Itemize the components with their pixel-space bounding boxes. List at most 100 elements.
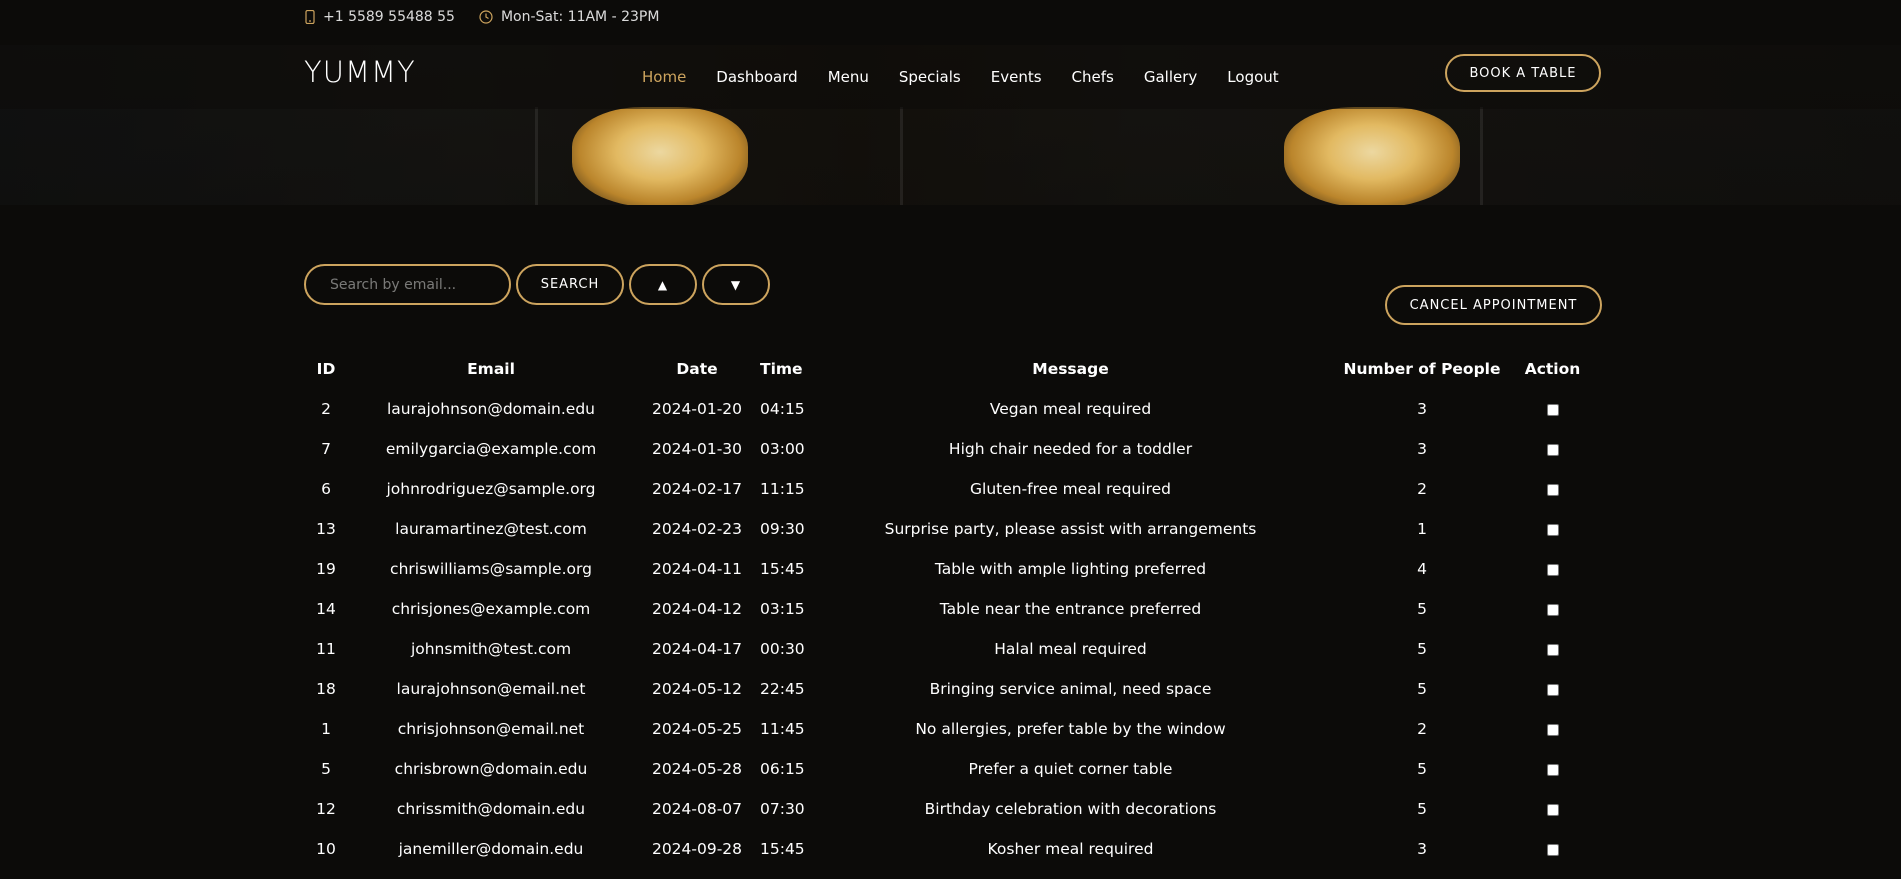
appointments-table: ID Email Date Time Message Number of Peo… [304, 349, 1602, 869]
column-header-time: Time [760, 360, 803, 378]
select-checkbox[interactable] [1546, 643, 1559, 656]
cell-message: Table near the entrance preferred [939, 600, 1202, 618]
cell-action [1503, 469, 1602, 509]
phone-number: +1 5589 55488 55 [323, 8, 455, 25]
cell-date: 2024-01-20 [651, 400, 743, 418]
table-row: 12 chrissmith@domain.edu 2024-08-07 07:30 Bi… [304, 789, 1602, 829]
cell-people: 4 [1417, 560, 1427, 578]
select-checkbox[interactable] [1546, 683, 1559, 696]
hero-decor [535, 107, 538, 205]
opening-hours: Mon-Sat: 11AM - 23PM [500, 8, 660, 25]
cell-date: 2024-08-07 [651, 800, 743, 818]
cell-date: 2024-05-12 [651, 680, 743, 698]
table-row: 7 emilygarcia@example.com 2024-01-30 03:00 H… [304, 429, 1602, 469]
table-row: 11 johnsmith@test.com 2024-04-17 00:30 Halal… [304, 629, 1602, 669]
cell-message: High chair needed for a toddler [948, 440, 1193, 458]
cell-message: Birthday celebration with decorations [924, 800, 1217, 818]
nav-home[interactable]: Home [642, 68, 701, 86]
column-header-action: Action [1524, 360, 1581, 378]
cell-people: 3 [1417, 400, 1427, 418]
site-logo[interactable]: YUMMY [304, 55, 416, 89]
cell-date: 2024-05-25 [651, 720, 743, 738]
cell-id: 11 [316, 640, 336, 658]
nav-menu[interactable]: Menu [813, 68, 884, 86]
cell-id: 13 [316, 520, 336, 538]
table-row: 18 laurajohnson@email.net 2024-05-12 22:45 B… [304, 669, 1602, 709]
cell-time: 15:45 [760, 840, 805, 858]
cell-id: 12 [316, 800, 336, 818]
cell-people: 5 [1417, 680, 1427, 698]
select-checkbox[interactable] [1546, 403, 1559, 416]
table-row: 1 chrisjohnson@email.net 2024-05-25 11:45 No… [304, 709, 1602, 749]
site-header: YUMMY Home Dashboard Menu Specials Event… [0, 45, 1901, 109]
cell-people: 5 [1417, 760, 1427, 778]
column-header-message: Message [1032, 360, 1109, 378]
cell-people: 2 [1417, 720, 1427, 738]
cell-email: lauramartinez@test.com [395, 520, 587, 538]
table-row: 19 chriswilliams@sample.org 2024-04-11 15:4… [304, 549, 1602, 589]
cell-date: 2024-04-11 [651, 560, 743, 578]
cell-id: 6 [321, 480, 331, 498]
table-header-row: ID Email Date Time Message Number of Peo… [304, 349, 1602, 389]
cell-date: 2024-09-28 [651, 840, 743, 858]
cell-people: 5 [1417, 800, 1427, 818]
table-row: 13 lauramartinez@test.com 2024-02-23 09:30 S… [304, 509, 1602, 549]
nav-gallery[interactable]: Gallery [1129, 68, 1212, 86]
cell-email: emilygarcia@example.com [385, 440, 597, 458]
column-header-id: ID [316, 360, 336, 378]
select-checkbox[interactable] [1546, 803, 1559, 816]
select-checkbox[interactable] [1546, 843, 1559, 856]
cell-id: 7 [321, 440, 331, 458]
select-checkbox[interactable] [1546, 523, 1559, 536]
cell-people: 1 [1417, 520, 1427, 538]
cell-message: Gluten-free meal required [970, 480, 1171, 498]
search-email-input[interactable] [304, 264, 511, 305]
cell-email: johnsmith@test.com [410, 640, 572, 658]
book-table-button[interactable]: BOOK A TABLE [1445, 54, 1601, 92]
select-checkbox[interactable] [1546, 563, 1559, 576]
cell-time: 15:45 [760, 560, 805, 578]
select-checkbox[interactable] [1546, 763, 1559, 776]
sort-ascending-button[interactable]: ▲ [629, 264, 697, 305]
table-row: 10 janemiller@domain.edu 2024-09-28 15:45 Ko… [304, 829, 1602, 869]
cell-time: 22:45 [760, 680, 805, 698]
cell-email: chrisjones@example.com [391, 600, 591, 618]
nav-chefs[interactable]: Chefs [1057, 68, 1129, 86]
pendant-lamp-decor [572, 107, 748, 205]
select-checkbox[interactable] [1546, 603, 1559, 616]
cancel-appointment-button[interactable]: CANCEL APPOINTMENT [1385, 285, 1602, 325]
select-checkbox[interactable] [1546, 483, 1559, 496]
nav-specials[interactable]: Specials [884, 68, 976, 86]
cell-action [1503, 669, 1602, 709]
search-button[interactable]: SEARCH [516, 264, 624, 305]
cell-id: 2 [321, 400, 331, 418]
column-header-date: Date [676, 360, 718, 378]
cell-action [1503, 829, 1602, 869]
cell-message: Table with ample lighting preferred [934, 560, 1207, 578]
cell-action [1503, 509, 1602, 549]
pendant-lamp-decor [1284, 107, 1460, 205]
cell-time: 11:15 [760, 480, 805, 498]
cell-action [1503, 389, 1602, 429]
cell-id: 18 [316, 680, 336, 698]
table-row: 6 johnrodriguez@sample.org 2024-02-17 11:15… [304, 469, 1602, 509]
hero-decor [1480, 107, 1483, 205]
main-nav: Home Dashboard Menu Specials Events Chef… [642, 45, 1294, 109]
cell-message: Kosher meal required [987, 840, 1154, 858]
nav-events[interactable]: Events [976, 68, 1057, 86]
cell-action [1503, 589, 1602, 629]
cell-action [1503, 789, 1602, 829]
sort-descending-button[interactable]: ▼ [702, 264, 770, 305]
cell-email: janemiller@domain.edu [398, 840, 584, 858]
cell-time: 09:30 [760, 520, 805, 538]
select-checkbox[interactable] [1546, 723, 1559, 736]
cell-email: laurajohnson@email.net [396, 680, 586, 698]
nav-dashboard[interactable]: Dashboard [701, 68, 812, 86]
select-checkbox[interactable] [1546, 443, 1559, 456]
nav-logout[interactable]: Logout [1212, 68, 1293, 86]
table-row: 2 laurajohnson@domain.edu 2024-01-20 04:15 V… [304, 389, 1602, 429]
cell-date: 2024-01-30 [651, 440, 743, 458]
contact-info: +1 5589 55488 55 Mon-Sat: 11AM - 23PM [305, 0, 659, 33]
cell-date: 2024-05-28 [651, 760, 743, 778]
cell-time: 03:00 [760, 440, 805, 458]
